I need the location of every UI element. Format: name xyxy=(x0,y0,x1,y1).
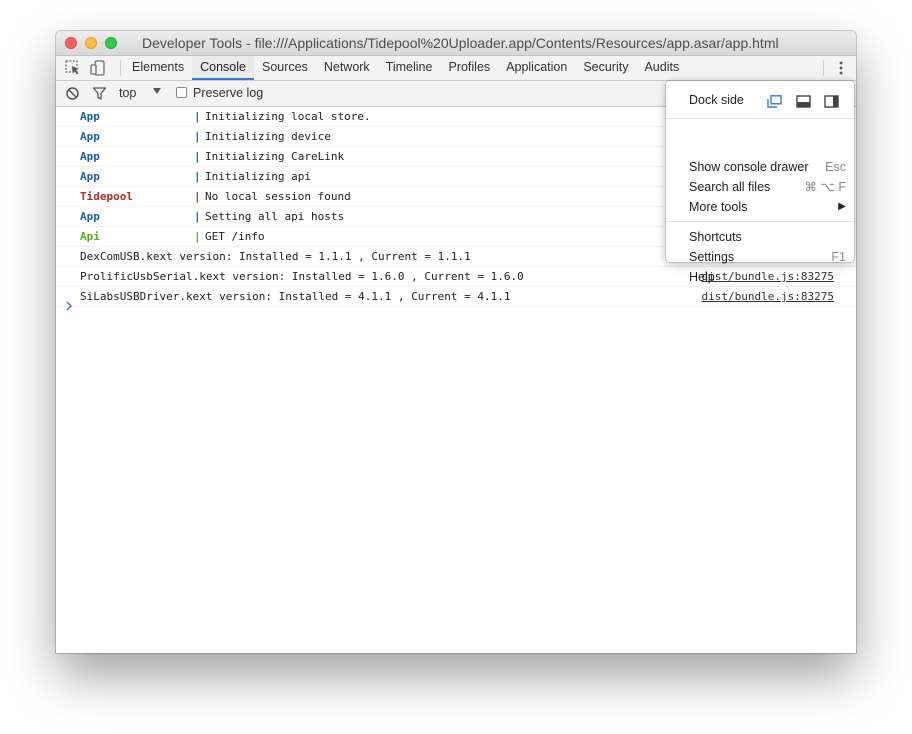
devtools-window: Developer Tools - file:///Applications/T… xyxy=(56,31,856,653)
console-message: SiLabsUSBDriver.kext version: Installed … xyxy=(56,287,856,307)
message-source: App xyxy=(80,210,100,223)
tab-security[interactable]: Security xyxy=(575,56,636,80)
source-divider: | xyxy=(194,130,201,143)
menu-item-label: Shortcuts xyxy=(689,230,742,244)
menu-divider xyxy=(666,118,854,119)
menu-item-label: Settings xyxy=(689,250,735,264)
message-source: App xyxy=(80,170,100,183)
message-source: App xyxy=(80,130,100,143)
message-source: App xyxy=(80,110,100,123)
close-window-button[interactable] xyxy=(65,37,77,49)
dock-bottom-icon[interactable] xyxy=(796,95,811,108)
message-source: Tidepool xyxy=(80,190,133,203)
menu-item-shortcuts[interactable]: Shortcuts xyxy=(689,228,846,246)
message-text: Initializing local store. xyxy=(205,110,371,123)
menu-item-more-tools[interactable]: More tools ▶ xyxy=(689,198,846,216)
console-prompt-icon[interactable] xyxy=(64,300,74,312)
message-text: Initializing device xyxy=(205,130,331,143)
dock-right-icon[interactable] xyxy=(824,95,839,108)
message-text: ProlificUsbSerial.kext version: Installe… xyxy=(80,270,524,283)
source-divider: | xyxy=(194,150,201,163)
menu-divider xyxy=(666,221,854,222)
menu-item-label: Help xyxy=(689,270,715,284)
message-text: Initializing api xyxy=(205,170,311,183)
minimize-window-button[interactable] xyxy=(85,37,97,49)
context-selector[interactable]: top xyxy=(119,86,136,100)
customize-menu: Dock side Show console drawer Esc Search… xyxy=(666,81,854,284)
shortcut-label: ⌘ ⌥ F xyxy=(804,180,847,194)
menu-item-label: Show console drawer xyxy=(689,160,809,174)
shortcut-label: F1 xyxy=(831,250,846,264)
message-text: No local session found xyxy=(205,190,351,203)
window-title: Developer Tools - file:///Applications/T… xyxy=(142,35,779,51)
source-link[interactable]: dist/bundle.js:83275 xyxy=(702,287,834,306)
tabs: Elements Console Sources Network Timeline Pro… xyxy=(124,56,687,80)
tab-separator xyxy=(823,60,824,76)
filter-icon[interactable] xyxy=(92,86,107,101)
preserve-log-checkbox[interactable] xyxy=(176,87,187,98)
title-bar: Developer Tools - file:///Applications/T… xyxy=(56,31,856,56)
source-divider: | xyxy=(194,170,201,183)
zoom-window-button[interactable] xyxy=(105,37,117,49)
panel-tab-bar: Elements Console Sources Network Timeline Pro… xyxy=(56,56,856,81)
source-divider: | xyxy=(194,210,201,223)
inspect-element-icon[interactable] xyxy=(64,59,82,77)
message-source: App xyxy=(80,150,100,163)
tab-audits[interactable]: Audits xyxy=(636,56,687,80)
tab-network[interactable]: Network xyxy=(316,56,378,80)
customize-menu-icon[interactable] xyxy=(832,59,850,77)
message-text: GET /info xyxy=(205,230,265,243)
menu-item-search-all-files[interactable]: Search all files ⌘ ⌥ F xyxy=(689,178,846,196)
menu-item-show-console-drawer[interactable]: Show console drawer Esc xyxy=(689,158,846,176)
preserve-log-label: Preserve log xyxy=(193,86,264,100)
dropdown-arrow-icon[interactable] xyxy=(152,86,162,96)
message-text: DexComUSB.kext version: Installed = 1.1.… xyxy=(80,250,471,263)
tab-elements[interactable]: Elements xyxy=(124,56,192,80)
undock-icon[interactable] xyxy=(767,95,782,108)
source-divider: | xyxy=(194,110,201,123)
menu-item-label: Search all files xyxy=(689,180,771,194)
tab-sources[interactable]: Sources xyxy=(254,56,316,80)
tab-timeline[interactable]: Timeline xyxy=(378,56,441,80)
message-text: Setting all api hosts xyxy=(205,210,345,223)
message-text: SiLabsUSBDriver.kext version: Installed … xyxy=(80,290,511,303)
shortcut-label: Esc xyxy=(825,160,846,174)
tab-console[interactable]: Console xyxy=(192,56,254,80)
message-text: Initializing CareLink xyxy=(205,150,345,163)
message-source: Api xyxy=(80,230,100,243)
device-toolbar-icon[interactable] xyxy=(89,59,107,77)
menu-item-settings[interactable]: Settings F1 xyxy=(689,248,846,266)
menu-item-label: More tools xyxy=(689,200,748,214)
tab-separator xyxy=(120,60,121,76)
menu-item-help[interactable]: Help xyxy=(689,268,846,286)
submenu-arrow-icon: ▶ xyxy=(838,201,846,212)
dock-side-label: Dock side xyxy=(689,93,744,107)
clear-console-icon[interactable] xyxy=(65,86,80,101)
source-divider: | xyxy=(194,190,201,203)
source-divider: | xyxy=(194,230,201,243)
tab-application[interactable]: Application xyxy=(498,56,575,80)
tab-profiles[interactable]: Profiles xyxy=(440,56,498,80)
